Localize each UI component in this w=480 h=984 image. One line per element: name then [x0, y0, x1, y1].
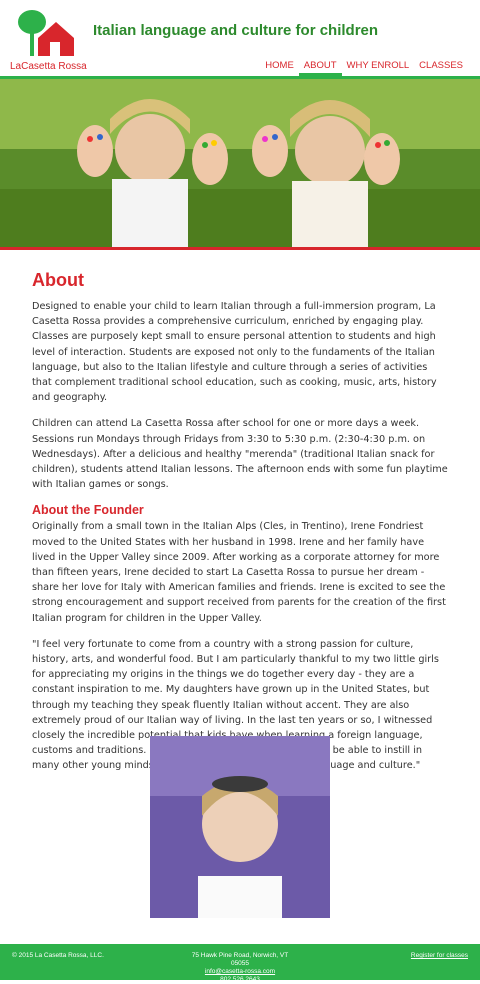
site-logo[interactable]: LaCasetta Rossa [10, 8, 92, 72]
register-link[interactable]: Register for classes [411, 952, 468, 959]
footer-email-link[interactable]: info@casetta-rossa.com [205, 968, 275, 975]
main-nav: HOME ABOUT WHY ENROLL CLASSES [260, 60, 468, 76]
founder-paragraph: Originally from a small town in the Ital… [32, 521, 446, 624]
about-paragraph-2: Children can attend La Casetta Rossa aft… [32, 418, 448, 491]
site-header: LaCasetta Rossa Italian language and cul… [0, 0, 480, 76]
footer-phone: 802.526.2643 [220, 976, 260, 983]
hero-photo-girls-painted-hands [0, 79, 480, 247]
footer-contact: 75 Hawk Pine Road, Norwich, VT 05055 inf… [184, 952, 296, 984]
founder-portrait [150, 736, 330, 918]
hero-image [0, 76, 480, 250]
logo-text: LaCasetta Rossa [10, 61, 87, 72]
nav-home[interactable]: HOME [260, 60, 299, 76]
nav-about[interactable]: ABOUT [298, 60, 342, 76]
nav-classes[interactable]: CLASSES [414, 60, 468, 76]
site-tagline: Italian language and culture for childre… [93, 22, 379, 39]
page-title: About [32, 270, 84, 290]
footer-address: 75 Hawk Pine Road, Norwich, VT 05055 [191, 952, 289, 967]
nav-why-enroll[interactable]: WHY ENROLL [342, 60, 415, 76]
founder-photo [150, 736, 330, 918]
founder-heading: About the Founder [32, 503, 144, 518]
main-content: About Designed to enable your child to l… [32, 270, 450, 785]
footer-copyright: © 2015 La Casetta Rossa, LLC. [12, 952, 104, 959]
site-footer: © 2015 La Casetta Rossa, LLC. 75 Hawk Pi… [0, 944, 480, 983]
about-paragraph-1: Designed to enable your child to learn I… [32, 301, 437, 404]
